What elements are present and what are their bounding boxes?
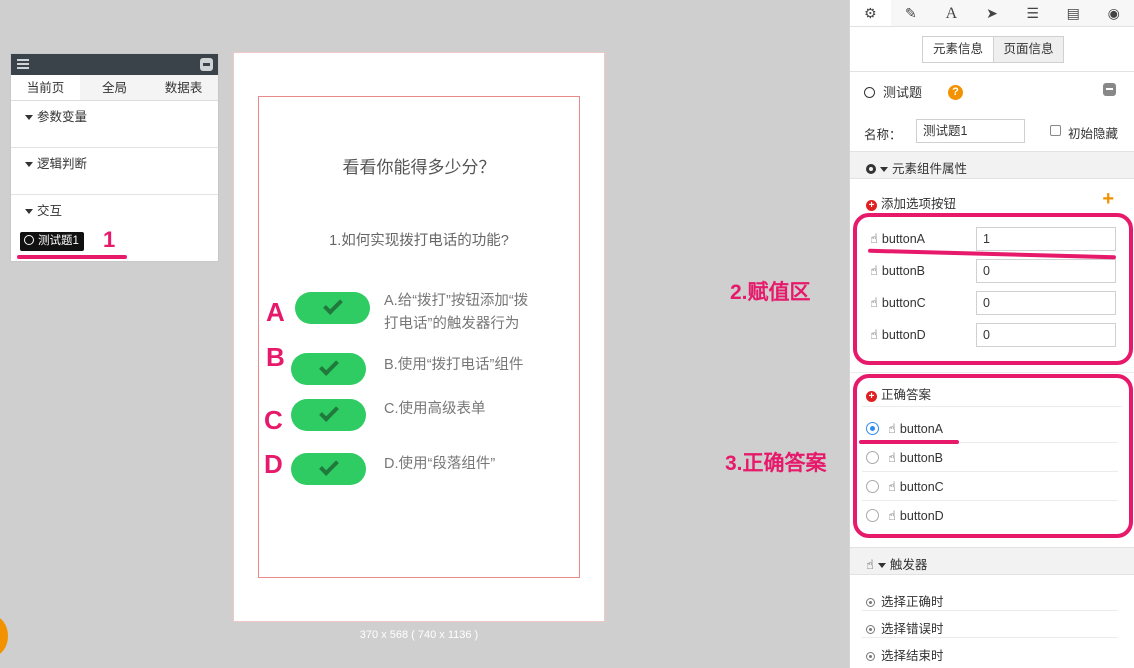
left-panel-tabs: 当前页 全局 数据表 xyxy=(11,75,218,101)
gear-icon xyxy=(866,164,876,174)
initial-hidden-label: 初始隐藏 xyxy=(1068,127,1119,141)
divider xyxy=(850,372,1134,373)
caret-down-icon xyxy=(25,115,33,121)
list-icon[interactable]: ☰ xyxy=(1012,0,1053,26)
annotation-box-correct xyxy=(853,374,1133,538)
database-icon[interactable]: ◉ xyxy=(1093,0,1134,26)
help-icon[interactable]: ? xyxy=(948,85,963,100)
option-text-c: C.使用高级表单 xyxy=(384,401,486,417)
gear-icon[interactable]: ⚙ xyxy=(850,0,891,26)
check-icon xyxy=(319,356,339,376)
option-button-d[interactable] xyxy=(291,453,366,485)
menu-icon[interactable] xyxy=(17,59,29,69)
tab-datatable[interactable]: 数据表 xyxy=(149,75,218,100)
caret-down-icon xyxy=(880,167,888,173)
name-label: 名称： xyxy=(864,128,902,142)
component-header: 测试题 xyxy=(864,82,922,101)
add-icon[interactable]: + xyxy=(1102,188,1114,211)
check-icon xyxy=(319,456,339,476)
interaction-item-quiz[interactable]: 测试题1 xyxy=(20,232,84,251)
caret-down-icon xyxy=(25,162,33,168)
divider xyxy=(850,71,1134,72)
section-interaction-title[interactable]: 交互 xyxy=(25,200,62,219)
target-icon xyxy=(866,598,875,607)
section-logic: 逻辑判断 xyxy=(11,148,218,195)
tab-current-page[interactable]: 当前页 xyxy=(11,75,80,100)
annotation-letter-c: C xyxy=(264,405,283,435)
trigger-header[interactable]: ☝ 触发器 xyxy=(850,547,1134,575)
annotation-underline-correct xyxy=(859,440,959,444)
quiz-component[interactable]: 看看你能得多少分？ 1.如何实现拨打电话的功能? A.给“拨打”按钮添加“拨 打… xyxy=(258,96,580,578)
initial-hidden-checkbox[interactable] xyxy=(1050,125,1061,136)
plus-circle-icon: + xyxy=(866,200,877,211)
annotation-underline-1 xyxy=(17,255,127,259)
name-input[interactable]: 测试题1 xyxy=(916,119,1025,143)
quiz-question: 1.如何实现拨打电话的功能? xyxy=(329,233,509,249)
component-props-header[interactable]: 元素组件属性 xyxy=(850,151,1134,179)
left-panel-header xyxy=(11,54,218,75)
option-text-a: A.给“拨打”按钮添加“拨 打电话”的触发器行为 xyxy=(384,293,529,332)
pencil-icon[interactable]: ✎ xyxy=(891,0,932,26)
target-icon xyxy=(866,652,875,661)
trigger-on-wrong[interactable]: 选择错误时 xyxy=(866,618,944,637)
check-icon xyxy=(319,402,339,422)
target-icon xyxy=(866,625,875,634)
font-icon[interactable]: A xyxy=(931,0,972,26)
property-toolbar: ⚙ ✎ A ➤ ☰ ▤ ◉ xyxy=(850,0,1134,27)
section-params-title[interactable]: 参数变量 xyxy=(25,106,87,125)
tab-global[interactable]: 全局 xyxy=(80,75,149,100)
pointer-hand-icon: ☝ xyxy=(866,557,874,572)
option-button-b[interactable] xyxy=(291,353,366,385)
info-tabs: 元素信息 页面信息 xyxy=(922,36,1064,63)
check-icon xyxy=(323,295,343,315)
annotation-assign-area: 2.赋值区 xyxy=(730,281,811,304)
divider xyxy=(862,610,1118,611)
collapse-icon[interactable] xyxy=(1103,83,1116,96)
minimize-icon[interactable] xyxy=(200,58,213,71)
annotation-box-assign xyxy=(853,213,1133,365)
quiz-title: 看看你能得多少分？ xyxy=(342,158,496,177)
canvas-size-label: 370 x 568 ( 740 x 1136 ) xyxy=(359,629,479,641)
caret-down-icon xyxy=(877,563,886,569)
check-circle-icon xyxy=(864,87,875,98)
trigger-on-correct[interactable]: 选择正确时 xyxy=(866,591,944,610)
option-text-b: B.使用“拨打电话”组件 xyxy=(384,357,524,373)
section-logic-title[interactable]: 逻辑判断 xyxy=(25,153,87,172)
annotation-1: 1 xyxy=(103,227,116,252)
annotation-letter-a: A xyxy=(266,297,285,327)
annotation-letter-b: B xyxy=(266,342,285,372)
annotation-letter-d: D xyxy=(264,449,283,479)
section-params: 参数变量 xyxy=(11,101,218,148)
annotation-correct-answer: 3.正确答案 xyxy=(725,452,827,475)
tab-element-info[interactable]: 元素信息 xyxy=(923,37,993,62)
option-button-c[interactable] xyxy=(291,399,366,431)
caret-down-icon xyxy=(25,209,33,215)
send-icon[interactable]: ➤ xyxy=(972,0,1013,26)
file-icon[interactable]: ▤ xyxy=(1053,0,1094,26)
tab-page-info[interactable]: 页面信息 xyxy=(993,37,1063,62)
option-button-a[interactable] xyxy=(295,292,370,324)
divider xyxy=(862,637,1118,638)
trigger-on-finish[interactable]: 选择结束时 xyxy=(866,645,944,664)
phone-canvas: 看看你能得多少分？ 1.如何实现拨打电话的功能? A.给“拨打”按钮添加“拨 打… xyxy=(233,52,605,622)
add-option-row[interactable]: + 添加选项按钮 xyxy=(866,193,956,212)
floating-orange-button[interactable] xyxy=(0,616,8,656)
option-text-d: D.使用“段落组件” xyxy=(384,456,496,472)
check-circle-icon xyxy=(24,235,34,245)
